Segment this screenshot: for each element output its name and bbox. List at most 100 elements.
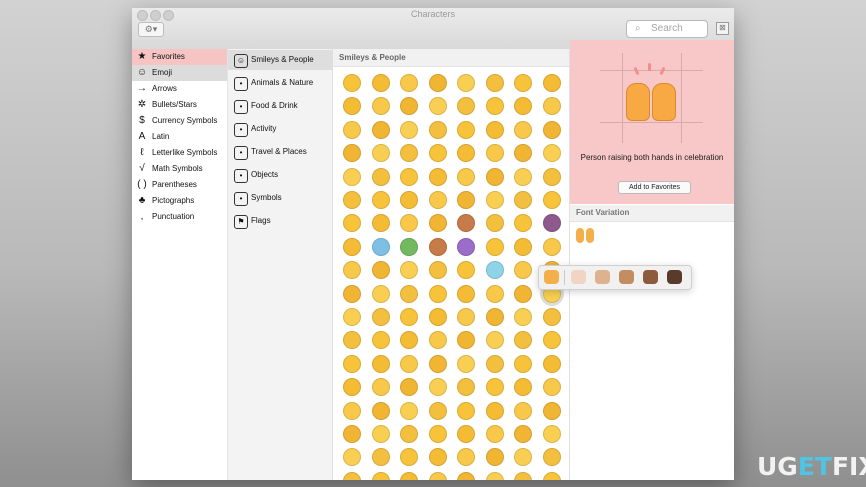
sidebar-item-parentheses[interactable]: ( ) Parentheses: [132, 177, 227, 193]
emoji-cell[interactable]: [428, 167, 447, 186]
emoji-cell[interactable]: [428, 378, 447, 397]
emoji-cell[interactable]: [457, 401, 475, 420]
emoji-cell[interactable]: [371, 144, 390, 163]
emoji-cell[interactable]: [371, 237, 390, 256]
sidebar-item-favorites[interactable]: ★ Favorites: [132, 49, 227, 65]
emoji-cell[interactable]: [343, 97, 361, 116]
emoji-cell[interactable]: [343, 74, 361, 92]
emoji-cell[interactable]: [371, 308, 390, 326]
emoji-cell[interactable]: [371, 401, 390, 420]
emoji-cell[interactable]: [542, 331, 561, 350]
emoji-cell[interactable]: [428, 354, 447, 373]
emoji-cell[interactable]: [371, 331, 390, 350]
emoji-cell[interactable]: [400, 308, 418, 326]
emoji-cell[interactable]: [542, 471, 561, 480]
emoji-cell[interactable]: [485, 214, 504, 233]
emoji-cell[interactable]: [343, 308, 361, 326]
emoji-cell[interactable]: [542, 378, 561, 397]
category-smileys-people[interactable]: ☺ Smileys & People: [228, 50, 332, 70]
sidebar-item-latin[interactable]: A Latin: [132, 129, 227, 145]
emoji-cell[interactable]: [514, 261, 532, 280]
emoji-cell[interactable]: [400, 448, 418, 467]
search-input[interactable]: ⌕ Search: [626, 20, 708, 38]
emoji-cell[interactable]: [343, 120, 361, 139]
emoji-cell[interactable]: [457, 261, 475, 280]
emoji-cell[interactable]: [400, 214, 418, 233]
gear-button[interactable]: ⚙▾: [138, 22, 164, 37]
emoji-cell[interactable]: [343, 261, 361, 280]
emoji-cell[interactable]: [542, 308, 561, 326]
emoji-cell[interactable]: [457, 284, 475, 303]
emoji-cell[interactable]: [485, 448, 504, 467]
emoji-cell[interactable]: [485, 331, 504, 350]
category-activity[interactable]: • Activity: [228, 119, 332, 139]
skin-tone-option[interactable]: [595, 270, 610, 284]
emoji-cell[interactable]: [400, 425, 418, 443]
emoji-cell[interactable]: [428, 261, 447, 280]
emoji-cell[interactable]: [485, 191, 504, 209]
emoji-cell[interactable]: [542, 97, 561, 116]
window-collapse-icon[interactable]: ⊠: [716, 22, 729, 35]
emoji-cell[interactable]: [371, 97, 390, 116]
emoji-cell[interactable]: [485, 354, 504, 373]
emoji-cell[interactable]: [514, 214, 532, 233]
emoji-cell[interactable]: [400, 144, 418, 163]
emoji-cell[interactable]: [428, 74, 447, 92]
emoji-cell[interactable]: [485, 120, 504, 139]
emoji-cell[interactable]: [428, 308, 447, 326]
sidebar-item-punctuation[interactable]: , Punctuation: [132, 209, 227, 225]
emoji-cell[interactable]: [428, 144, 447, 163]
emoji-cell[interactable]: [485, 167, 504, 186]
emoji-cell[interactable]: [400, 284, 418, 303]
category-objects[interactable]: • Objects: [228, 165, 332, 185]
emoji-cell[interactable]: [343, 167, 361, 186]
emoji-cell[interactable]: [457, 97, 475, 116]
emoji-cell[interactable]: [371, 191, 390, 209]
emoji-cell[interactable]: [428, 237, 447, 256]
font-variation-sample[interactable]: [576, 228, 596, 244]
emoji-cell[interactable]: [542, 401, 561, 420]
emoji-cell[interactable]: [400, 191, 418, 209]
emoji-cell[interactable]: [371, 167, 390, 186]
emoji-cell[interactable]: [428, 284, 447, 303]
emoji-cell[interactable]: [400, 97, 418, 116]
emoji-cell[interactable]: [542, 74, 561, 92]
emoji-cell[interactable]: [400, 471, 418, 480]
emoji-cell[interactable]: [457, 378, 475, 397]
emoji-cell[interactable]: [485, 284, 504, 303]
category-travel-places[interactable]: • Travel & Places: [228, 142, 332, 162]
category-food-drink[interactable]: • Food & Drink: [228, 96, 332, 116]
emoji-cell[interactable]: [457, 74, 475, 92]
skin-tone-option[interactable]: [544, 270, 559, 284]
sidebar-item-emoji[interactable]: ☺ Emoji: [132, 65, 227, 81]
emoji-cell[interactable]: [514, 191, 532, 209]
emoji-cell[interactable]: [514, 284, 532, 303]
emoji-cell[interactable]: [400, 261, 418, 280]
emoji-cell[interactable]: [428, 471, 447, 480]
emoji-cell[interactable]: [371, 448, 390, 467]
emoji-cell[interactable]: [457, 448, 475, 467]
skin-tone-option[interactable]: [619, 270, 634, 284]
emoji-cell[interactable]: [514, 378, 532, 397]
emoji-cell[interactable]: [371, 354, 390, 373]
emoji-cell[interactable]: [343, 471, 361, 480]
emoji-cell[interactable]: [428, 448, 447, 467]
emoji-cell[interactable]: [485, 401, 504, 420]
skin-tone-option[interactable]: [571, 270, 586, 284]
emoji-cell[interactable]: [343, 284, 361, 303]
emoji-cell[interactable]: [542, 167, 561, 186]
emoji-cell[interactable]: [514, 471, 532, 480]
emoji-cell[interactable]: [457, 425, 475, 443]
emoji-cell[interactable]: [428, 331, 447, 350]
sidebar-item-math-symbols[interactable]: √ Math Symbols: [132, 161, 227, 177]
emoji-cell[interactable]: [542, 144, 561, 163]
emoji-cell[interactable]: [371, 261, 390, 280]
emoji-cell[interactable]: [428, 120, 447, 139]
emoji-cell[interactable]: [371, 214, 390, 233]
emoji-cell[interactable]: [485, 378, 504, 397]
emoji-cell[interactable]: [428, 214, 447, 233]
emoji-cell[interactable]: [457, 308, 475, 326]
emoji-cell[interactable]: [514, 331, 532, 350]
emoji-cell[interactable]: [343, 237, 361, 256]
emoji-cell[interactable]: [428, 191, 447, 209]
